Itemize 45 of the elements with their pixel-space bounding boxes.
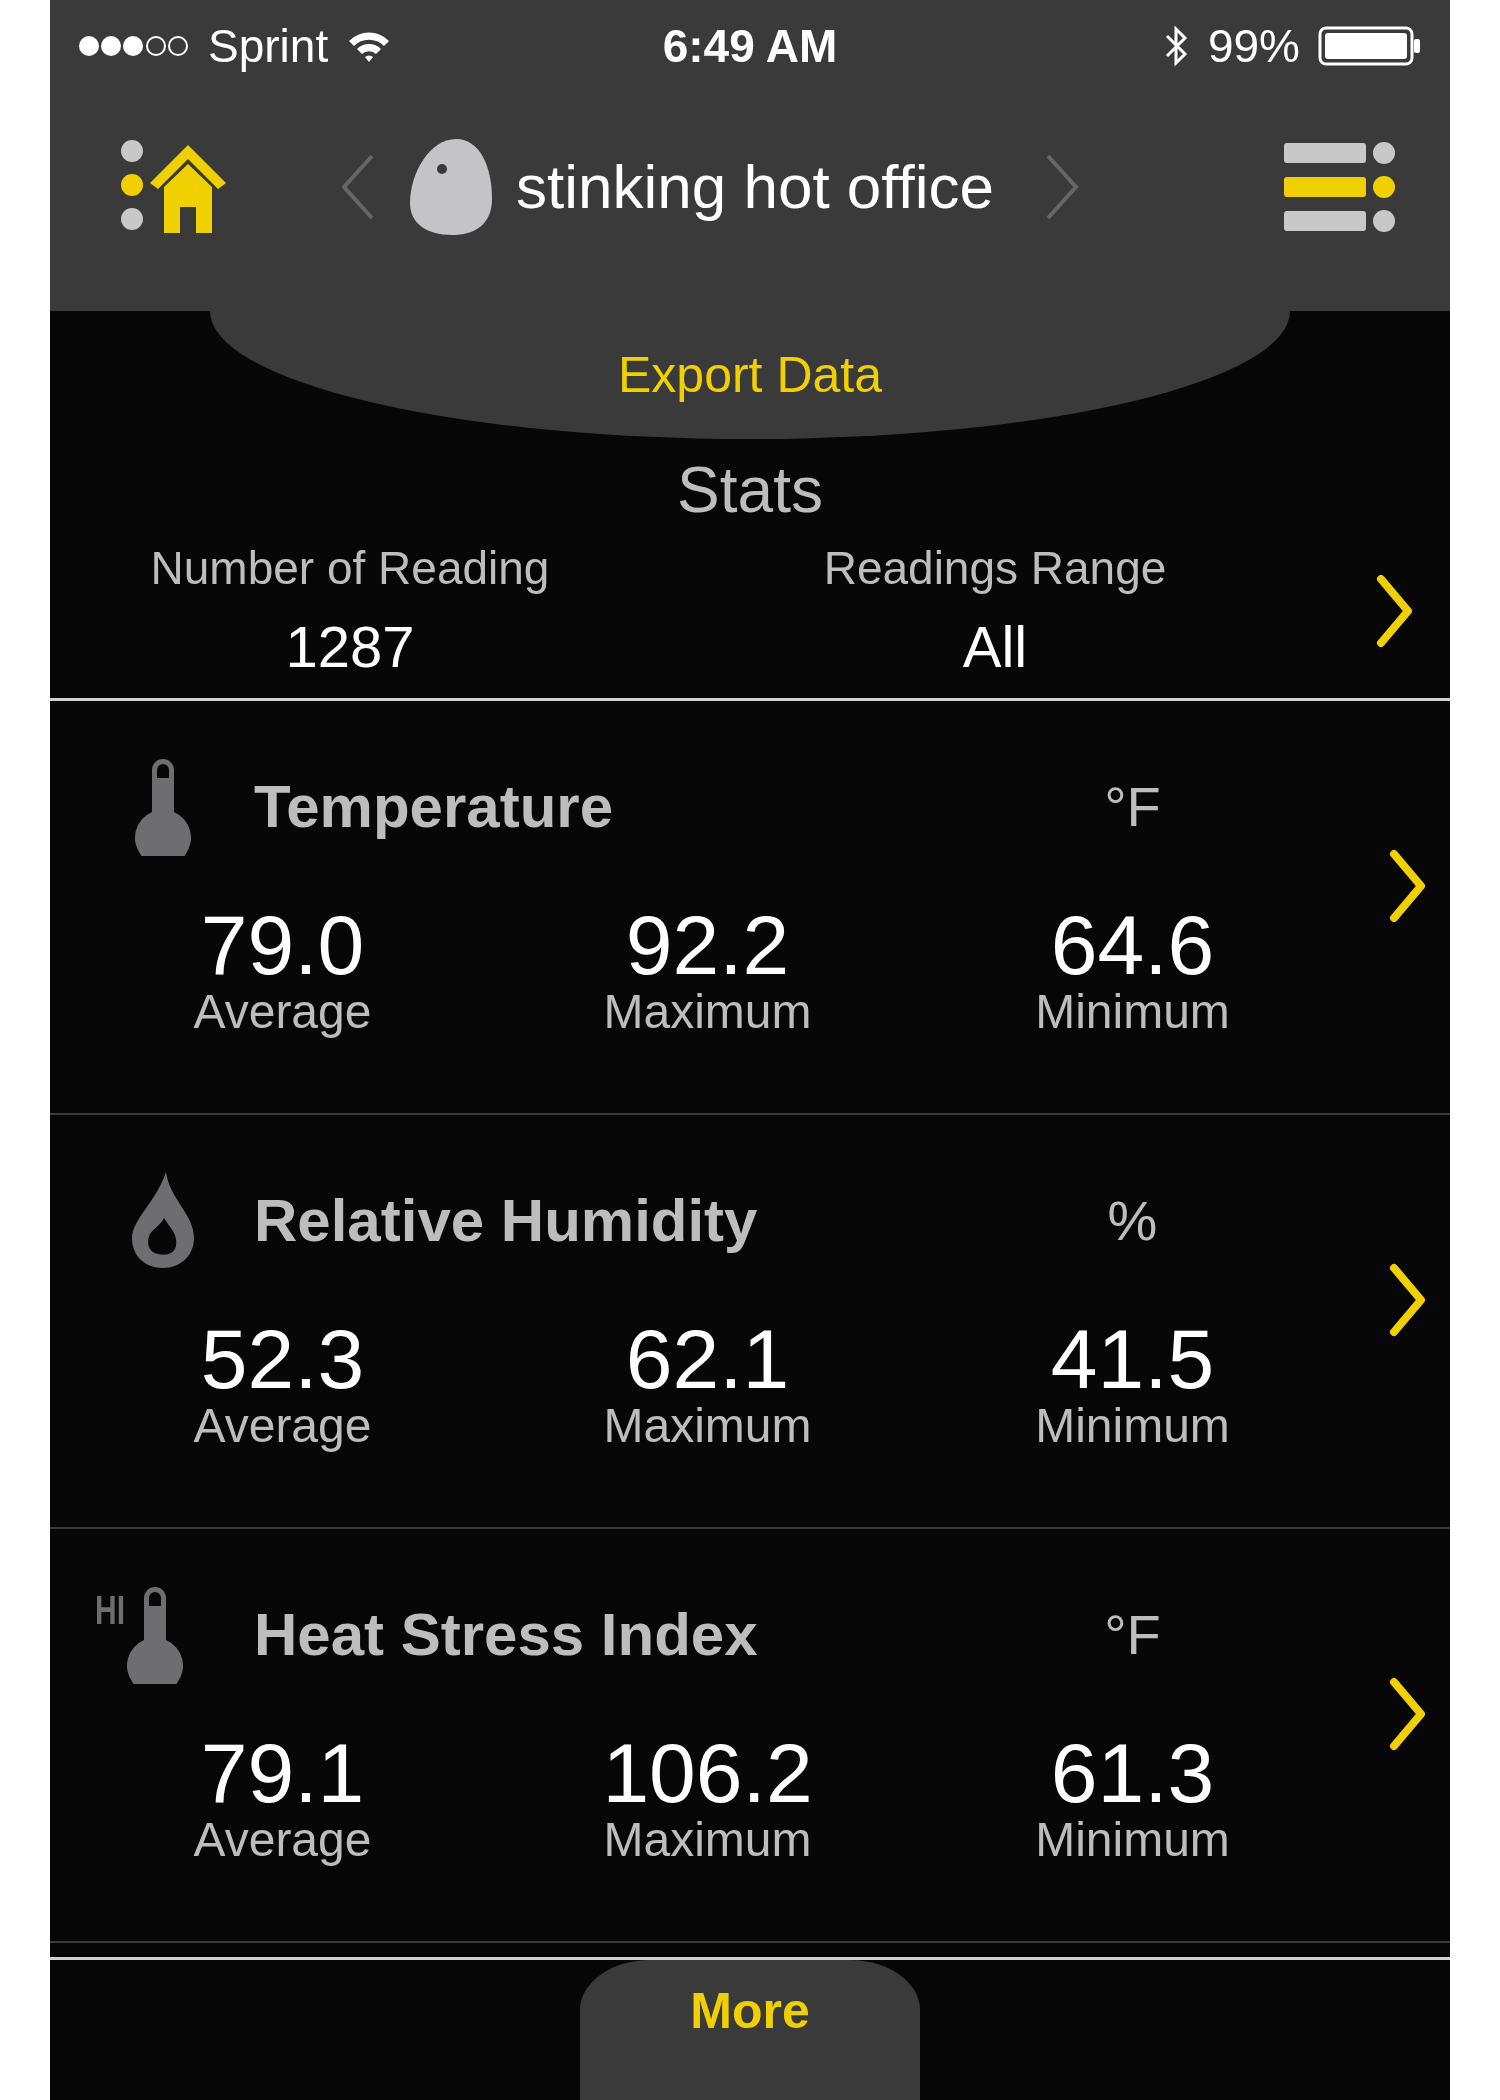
stat-value: 62.1	[625, 1317, 790, 1401]
stat-label: Minimum	[1035, 1815, 1230, 1866]
section-title: Heat Stress Index	[254, 1599, 758, 1669]
sensor-name: stinking hot office	[516, 151, 994, 222]
stat-label: Maximum	[603, 987, 812, 1038]
stat-value: 79.0	[200, 903, 365, 987]
stat-value: 41.5	[1050, 1317, 1215, 1401]
section-title: Temperature	[254, 771, 613, 841]
stat-label: Readings Range	[823, 541, 1167, 595]
section-title: Relative Humidity	[254, 1185, 758, 1255]
stat-value: 52.3	[200, 1317, 365, 1401]
signal-icon	[78, 33, 190, 59]
carrier-name: Sprint	[208, 19, 329, 73]
stat-value: 92.2	[625, 903, 790, 987]
unit-label: °F	[1104, 1601, 1161, 1667]
battery-percent: 99%	[1207, 19, 1300, 73]
stat-value: 64.6	[1050, 903, 1215, 987]
sensor-icon	[408, 136, 494, 237]
unit-label: %	[1107, 1187, 1158, 1253]
stats-heading: Stats	[676, 453, 824, 527]
stat-label: Average	[193, 1401, 372, 1452]
heat-index-label: HI	[95, 1588, 125, 1633]
chevron-icon[interactable]	[1387, 1263, 1428, 1337]
stat-label: Maximum	[603, 1401, 812, 1452]
stat-value: 79.1	[200, 1731, 365, 1815]
stat-label: Minimum	[1035, 1401, 1230, 1452]
stat-value: 1287	[285, 613, 415, 680]
status-time: 6:49 AM	[662, 19, 838, 73]
stat-value: All	[962, 613, 1028, 680]
stat-label: Average	[193, 987, 372, 1038]
chevron-icon[interactable]	[1387, 1677, 1428, 1751]
chevron-icon[interactable]	[1387, 849, 1428, 923]
export-data-tab[interactable]: Export Data	[210, 311, 1290, 439]
bluetooth-icon	[1163, 23, 1190, 69]
more-tab[interactable]: More	[580, 1960, 920, 2100]
battery-icon	[1318, 26, 1422, 66]
stat-label: Maximum	[603, 1815, 812, 1866]
stat-value: 61.3	[1050, 1731, 1215, 1815]
stat-value: 106.2	[602, 1731, 813, 1815]
stat-label: Number of Reading	[150, 541, 550, 595]
unit-label: °F	[1104, 773, 1161, 839]
chevron-icon[interactable]	[1375, 573, 1415, 648]
water-drop-icon	[130, 1170, 196, 1270]
stat-label: Minimum	[1035, 987, 1230, 1038]
stat-label: Average	[193, 1815, 372, 1866]
